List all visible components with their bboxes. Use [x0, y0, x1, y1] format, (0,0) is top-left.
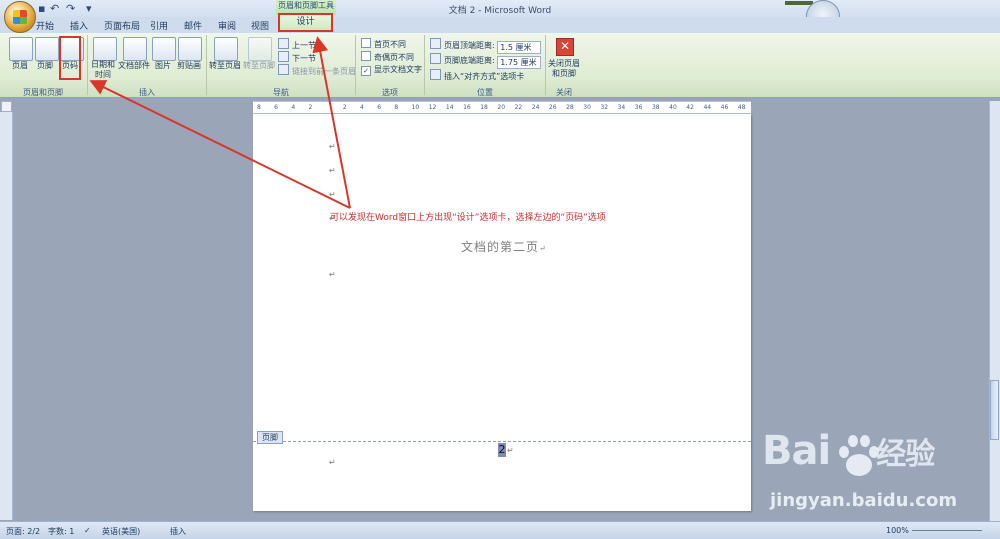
watermark-url: jingyan.baidu.com	[770, 490, 958, 511]
status-bar: 页面: 2/2 字数: 1 ✓ 英语(美国) 插入 100%	[0, 521, 1000, 539]
arrow-to-page-number	[89, 80, 351, 209]
status-page[interactable]: 页面: 2/2	[6, 526, 40, 537]
status-language[interactable]: 英语(美国)	[102, 526, 140, 537]
office-logo-icon	[13, 10, 27, 24]
annotation-text: 可以发现在Word窗口上方出现“设计”选项卡，选择左边的“页码”选项	[330, 213, 606, 223]
status-mode[interactable]: 插入	[170, 526, 186, 537]
proofing-icon[interactable]: ✓	[84, 526, 91, 535]
baidu-watermark: Bai 经验 jingyan.baidu.com	[762, 428, 992, 520]
office-button[interactable]	[4, 1, 36, 33]
baidu-paw-icon	[839, 435, 879, 476]
zoom-level[interactable]: 100%	[886, 526, 909, 535]
status-words[interactable]: 字数: 1	[48, 526, 74, 537]
zoom-slider[interactable]	[912, 530, 982, 531]
arrow-to-design-tab	[312, 36, 351, 209]
